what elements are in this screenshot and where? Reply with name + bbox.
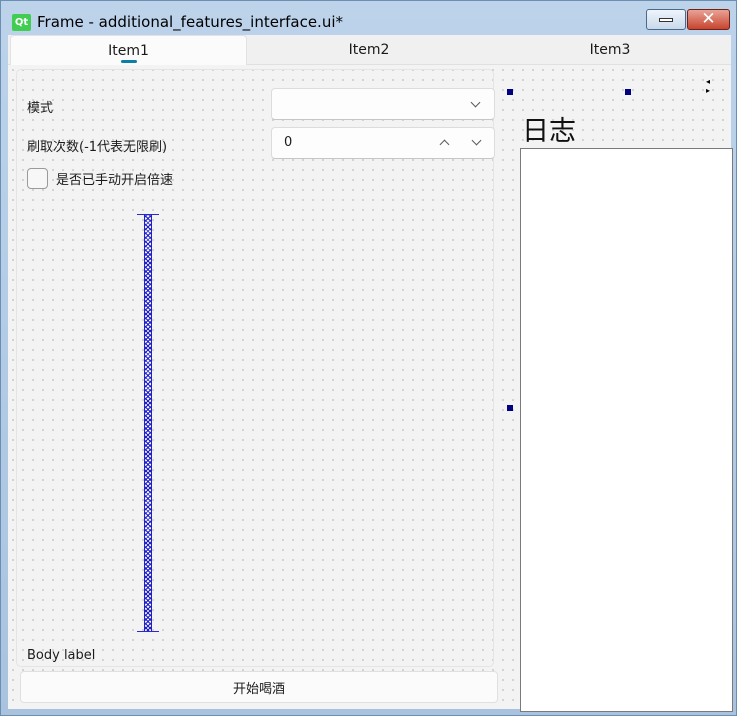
vertical-spacer[interactable] <box>137 214 159 632</box>
tab-label: Item1 <box>108 42 149 59</box>
chevron-up-icon <box>439 139 450 150</box>
start-drinking-button[interactable]: 开始喝酒 <box>20 671 498 703</box>
tab-page-item1: 模式 刷取次数(-1代表无限刷) 0 是否已手动开启倍速 Body label … <box>8 65 733 712</box>
designer-window: Qt Frame - additional_features_interface… <box>0 0 737 716</box>
selection-handle-top-center[interactable] <box>625 89 631 95</box>
mode-label: 模式 <box>27 101 54 116</box>
chevron-down-icon <box>471 135 482 146</box>
log-title: 日志 <box>522 116 576 147</box>
selection-handle-top-left[interactable] <box>507 89 513 95</box>
close-icon: ✕ <box>701 9 716 29</box>
manual-speed-label: 是否已手动开启倍速 <box>56 172 174 188</box>
spacer-bottom-cap <box>137 631 159 632</box>
minimize-icon <box>659 17 673 22</box>
body-label: Body label <box>27 648 96 663</box>
form-group-card: 模式 刷取次数(-1代表无限刷) 0 是否已手动开启倍速 Body label <box>16 69 495 667</box>
window-title: Frame - additional_features_interface.ui… <box>37 13 343 31</box>
selection-handle-middle-left[interactable] <box>507 405 513 411</box>
minimize-button[interactable] <box>646 9 686 30</box>
qt-logo-icon: Qt <box>12 14 31 31</box>
chevron-down-icon <box>470 97 481 108</box>
log-text-area[interactable] <box>520 148 733 712</box>
spin-up-button[interactable] <box>436 134 454 152</box>
manual-speed-checkbox[interactable] <box>27 167 48 189</box>
tab-label: Item3 <box>589 42 631 58</box>
manual-speed-option[interactable]: 是否已手动开启倍速 <box>27 166 173 190</box>
title-bar[interactable]: Qt Frame - additional_features_interface… <box>1 1 736 35</box>
close-button[interactable]: ✕ <box>687 9 730 30</box>
tab-label: Item2 <box>348 42 390 58</box>
client-area: Item1 Item2 Item3 模式 刷取次数(-1代表无限刷) 0 是否已… <box>8 35 733 712</box>
tab-item3[interactable]: Item3 <box>490 35 730 65</box>
scroll-arrows-icon[interactable]: ◂ ▸ <box>706 77 731 95</box>
splitter-handle[interactable] <box>502 65 510 709</box>
spin-down-button[interactable] <box>468 134 486 152</box>
tab-bar: Item1 Item2 Item3 <box>8 35 731 65</box>
log-panel: ◂ ▸ 日志 <box>507 65 733 712</box>
active-tab-indicator <box>120 60 137 63</box>
spacer-spring-icon <box>144 214 152 632</box>
mode-combobox[interactable] <box>271 88 495 120</box>
refresh-count-value: 0 <box>284 135 293 150</box>
refresh-count-spinbox[interactable]: 0 <box>271 127 495 159</box>
refresh-count-label: 刷取次数(-1代表无限刷) <box>27 140 168 155</box>
tab-item2[interactable]: Item2 <box>249 35 489 65</box>
tab-item1[interactable]: Item1 <box>10 35 247 65</box>
